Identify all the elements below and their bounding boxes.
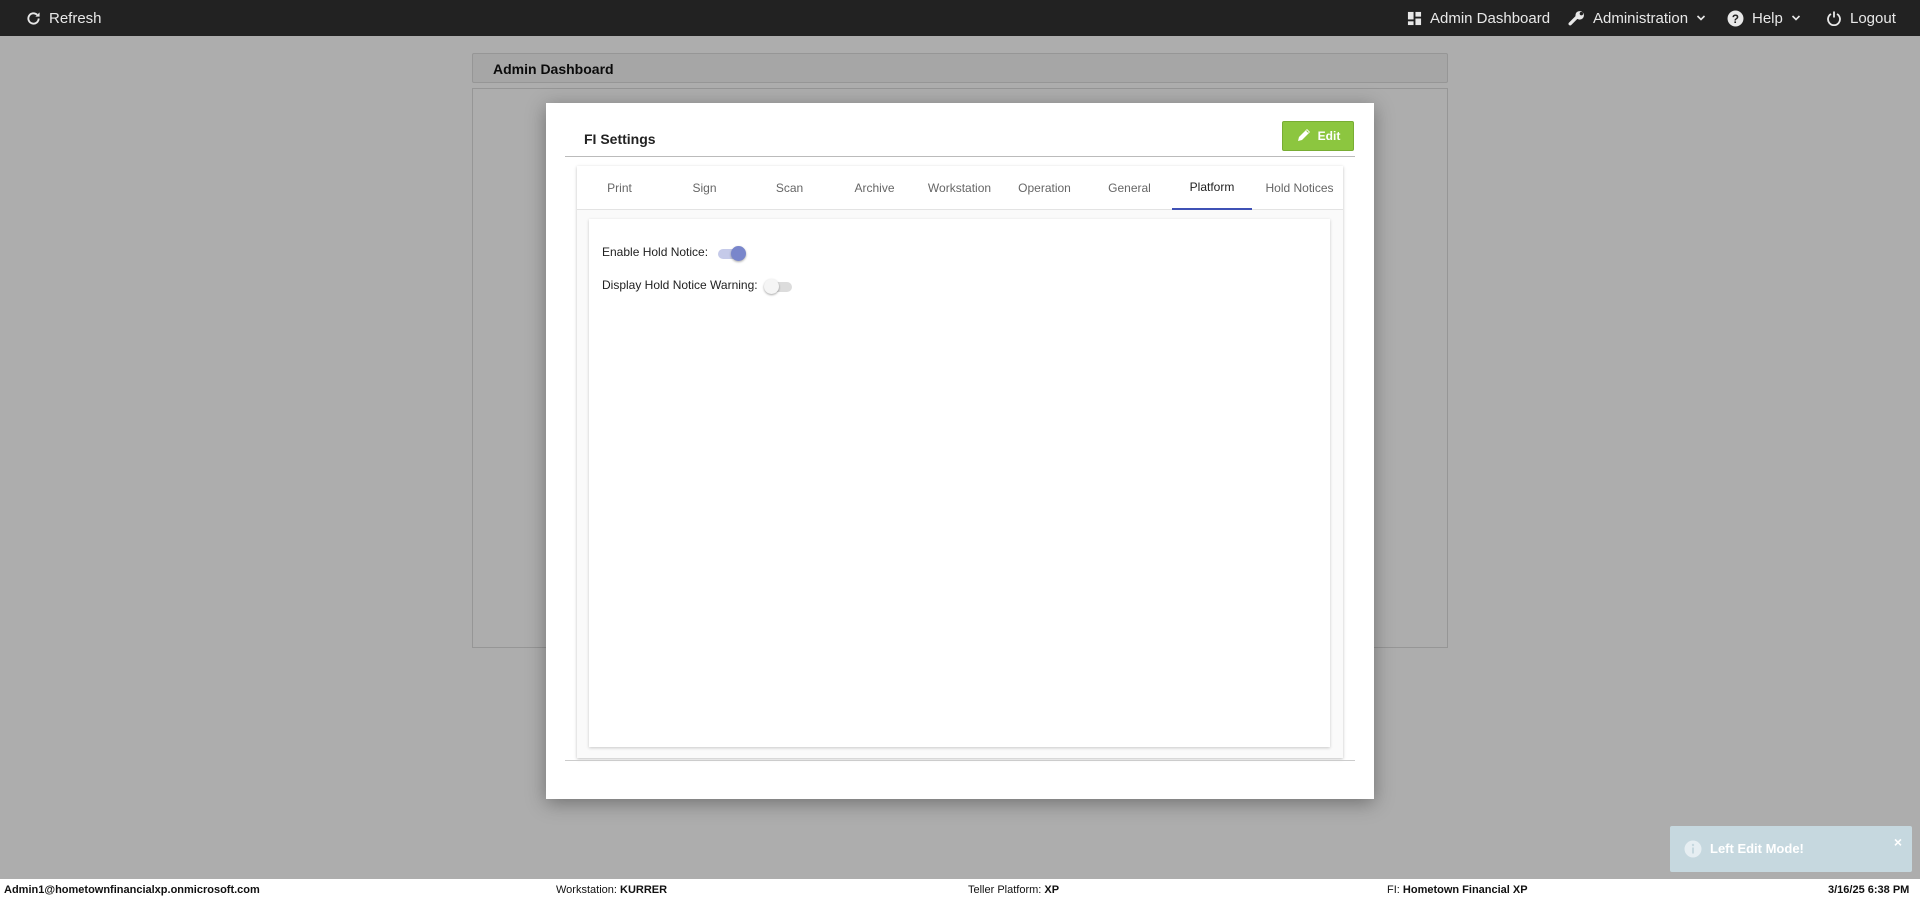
help-menu[interactable]: ? Help [1727, 0, 1801, 36]
modal-footer-divider [565, 760, 1355, 761]
status-bar: Admin1@hometownfinancialxp.onmicrosoft.c… [0, 879, 1920, 901]
tab-operation[interactable]: Operation [1002, 166, 1087, 210]
tab-bar: Print Sign Scan Archive Workstation Oper… [577, 166, 1343, 210]
refresh-icon [26, 11, 41, 26]
tab-print[interactable]: Print [577, 166, 662, 210]
modal-title: FI Settings [584, 131, 656, 147]
administration-label: Administration [1593, 9, 1689, 27]
toggle-thumb [764, 279, 779, 294]
fi-info: FI: Hometown Financial XP [1387, 884, 1528, 896]
edit-button[interactable]: Edit [1282, 121, 1354, 151]
admin-dashboard-label: Admin Dashboard [1430, 9, 1551, 27]
top-navigation-bar: Refresh Admin Dashboard Administration ?… [0, 0, 1920, 36]
toast-message: Left Edit Mode! [1710, 841, 1804, 856]
platform-info: Teller Platform: XP [968, 884, 1059, 896]
fi-value: Hometown Financial XP [1402, 884, 1528, 896]
datetime-value: 3/16/25 6:38 PM [1828, 884, 1910, 896]
refresh-button[interactable]: Refresh [26, 0, 102, 36]
logout-label: Logout [1850, 9, 1896, 27]
tab-platform[interactable]: Platform [1172, 166, 1252, 210]
close-icon[interactable]: × [1894, 834, 1902, 850]
edit-label: Edit [1317, 129, 1341, 143]
current-user-email: Admin1@hometownfinancialxp.onmicrosoft.c… [4, 884, 260, 896]
refresh-label: Refresh [49, 9, 102, 27]
tab-hold-notices[interactable]: Hold Notices [1257, 166, 1342, 210]
enable-hold-notice-label: Enable Hold Notice: [602, 245, 709, 259]
current-user: Admin1@hometownfinancialxp.onmicrosoft.c… [4, 884, 260, 896]
chevron-down-icon [1791, 13, 1801, 23]
dashboard-icon [1407, 11, 1422, 26]
fi-label: FI: [1387, 884, 1400, 896]
tab-general[interactable]: General [1087, 166, 1172, 210]
power-icon [1826, 10, 1842, 26]
admin-dashboard-link[interactable]: Admin Dashboard [1407, 0, 1550, 36]
workstation-label: Workstation: [556, 884, 617, 896]
enable-hold-notice-toggle[interactable] [716, 244, 746, 264]
fi-settings-modal: FI Settings Edit Print Sign Scan Archive… [546, 103, 1374, 799]
display-hold-notice-warning-toggle[interactable] [764, 277, 794, 297]
workstation-info: Workstation: KURRER [556, 884, 667, 896]
workstation-value: KURRER [620, 884, 668, 896]
pencil-icon [1296, 127, 1312, 146]
chevron-down-icon [1696, 13, 1706, 23]
toggle-thumb [731, 246, 746, 261]
logout-button[interactable]: Logout [1826, 0, 1896, 36]
tab-scan[interactable]: Scan [747, 166, 832, 210]
modal-header: FI Settings [565, 121, 1355, 157]
tab-sign[interactable]: Sign [662, 166, 747, 210]
svg-text:?: ? [1732, 12, 1739, 25]
administration-menu[interactable]: Administration [1568, 0, 1706, 36]
platform-value: XP [1044, 884, 1060, 896]
datetime: 3/16/25 6:38 PM [1828, 884, 1909, 896]
platform-label: Teller Platform: [968, 884, 1042, 896]
notification-toast: Left Edit Mode! × [1670, 826, 1912, 872]
info-icon [1684, 840, 1702, 861]
tab-workstation[interactable]: Workstation [917, 166, 1002, 210]
help-label: Help [1752, 9, 1783, 27]
settings-tabs-card: Print Sign Scan Archive Workstation Oper… [577, 166, 1343, 758]
platform-tab-content: Enable Hold Notice: Display Hold Notice … [589, 219, 1330, 747]
wrench-icon [1568, 10, 1585, 27]
help-icon: ? [1727, 10, 1744, 27]
tab-archive[interactable]: Archive [832, 166, 917, 210]
display-hold-notice-warning-label: Display Hold Notice Warning: [602, 278, 758, 292]
